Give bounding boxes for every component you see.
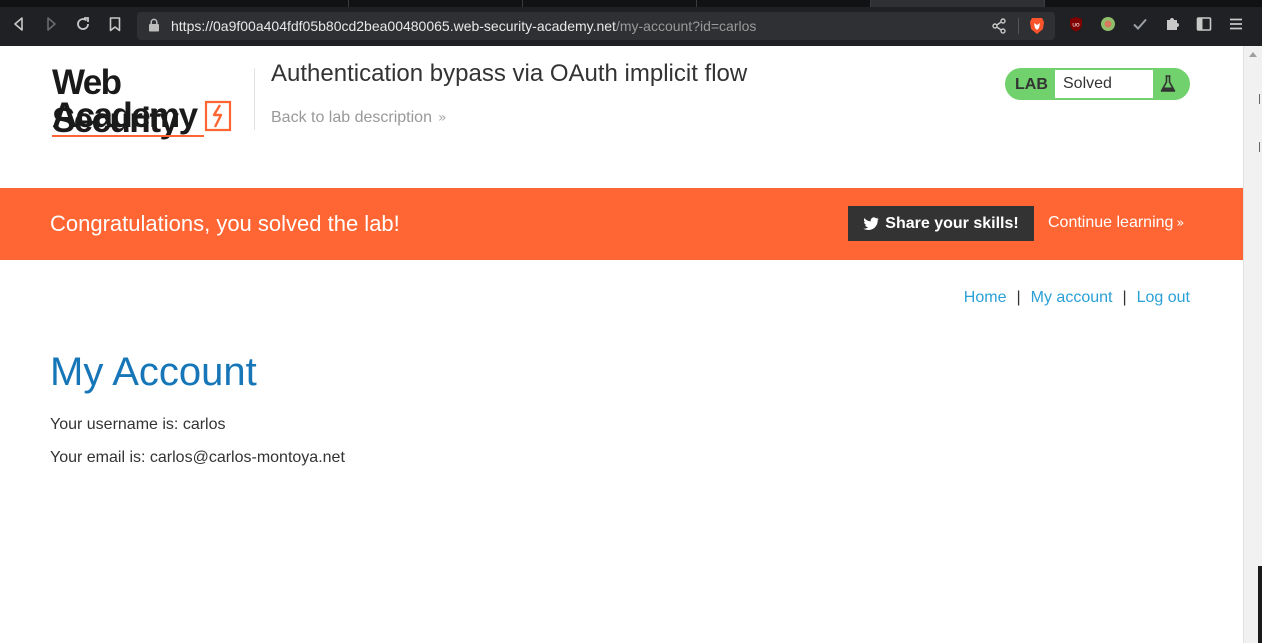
back-to-lab-description-link[interactable]: Back to lab description » — [271, 109, 447, 127]
browser-toolbar: https://0a9f00a404fdf05b80cd2bea00480065… — [0, 0, 1262, 46]
svg-text:uo: uo — [1072, 22, 1080, 29]
browser-tab[interactable] — [697, 0, 871, 7]
sidebar-icon[interactable] — [1196, 16, 1212, 32]
bookmark-icon[interactable] — [105, 14, 125, 34]
nav-separator: | — [1016, 289, 1021, 306]
checkmark-extension-icon[interactable] — [1132, 16, 1148, 32]
browser-tab[interactable] — [349, 0, 523, 7]
continue-learning-link[interactable]: Continue learning» — [1048, 214, 1184, 232]
url-host: https://0a9f00a404fdf05b80cd2bea00480065… — [171, 18, 616, 34]
lock-icon[interactable] — [148, 18, 160, 32]
lab-status-widget: LAB Solved — [1005, 68, 1190, 100]
share-button-label: Share your skills! — [885, 214, 1019, 232]
logo-underline — [52, 135, 204, 137]
browser-tab-active[interactable] — [871, 0, 1045, 7]
congratulations-message: Congratulations, you solved the lab! — [50, 211, 400, 236]
double-chevron-right-icon: » — [1176, 216, 1185, 231]
puzzle-extensions-icon[interactable] — [1164, 16, 1180, 32]
back-link-label: Back to lab description — [271, 109, 432, 126]
lab-title: Authentication bypass via OAuth implicit… — [271, 60, 748, 87]
email-line: Your email is: carlos@carlos-montoya.net — [50, 449, 345, 466]
ublock-icon[interactable]: uo — [1068, 16, 1084, 32]
twitter-icon — [863, 216, 879, 230]
page-content: Web Security Academy Authentication bypa… — [0, 46, 1243, 643]
header-divider — [254, 68, 255, 130]
solved-banner: Congratulations, you solved the lab! Sha… — [0, 188, 1243, 260]
scroll-up-arrow-icon[interactable] — [1249, 52, 1257, 57]
browser-tab[interactable] — [523, 0, 697, 7]
url-text[interactable]: https://0a9f00a404fdf05b80cd2bea00480065… — [171, 18, 756, 34]
double-chevron-right-icon: » — [437, 110, 447, 126]
logo-bolt-icon — [204, 100, 232, 132]
page-title: My Account — [50, 350, 257, 394]
username-line: Your username is: carlos — [50, 416, 226, 433]
green-circle-extension-icon[interactable] — [1100, 16, 1116, 32]
lab-label: LAB — [1015, 76, 1048, 93]
nav-separator: | — [1122, 289, 1127, 306]
share-your-skills-button[interactable]: Share your skills! — [848, 206, 1034, 241]
scrollbar-edge — [1258, 566, 1262, 643]
share-icon[interactable] — [991, 18, 1007, 34]
address-bar-divider — [1018, 18, 1019, 34]
home-link[interactable]: Home — [964, 289, 1007, 306]
continue-learning-label: Continue learning — [1048, 214, 1174, 231]
menu-icon[interactable] — [1228, 16, 1244, 32]
forward-icon[interactable] — [41, 14, 61, 34]
scrollbar[interactable] — [1243, 46, 1262, 643]
reload-icon[interactable] — [73, 14, 93, 34]
address-bar[interactable]: https://0a9f00a404fdf05b80cd2bea00480065… — [137, 12, 1055, 40]
flask-icon — [1160, 75, 1176, 92]
browser-tab[interactable] — [175, 0, 349, 7]
log-out-link[interactable]: Log out — [1137, 289, 1190, 306]
web-security-academy-logo[interactable]: Web Security Academy — [50, 64, 250, 140]
tab-strip — [0, 0, 1262, 7]
back-icon[interactable] — [9, 14, 29, 34]
brave-shields-icon[interactable] — [1029, 17, 1045, 35]
account-nav: Home | My account | Log out — [964, 289, 1190, 307]
my-account-link[interactable]: My account — [1031, 289, 1113, 306]
logo-line2: Academy — [52, 96, 198, 135]
url-path: /my-account?id=carlos — [615, 18, 757, 34]
lab-status-text: Solved — [1055, 70, 1153, 98]
